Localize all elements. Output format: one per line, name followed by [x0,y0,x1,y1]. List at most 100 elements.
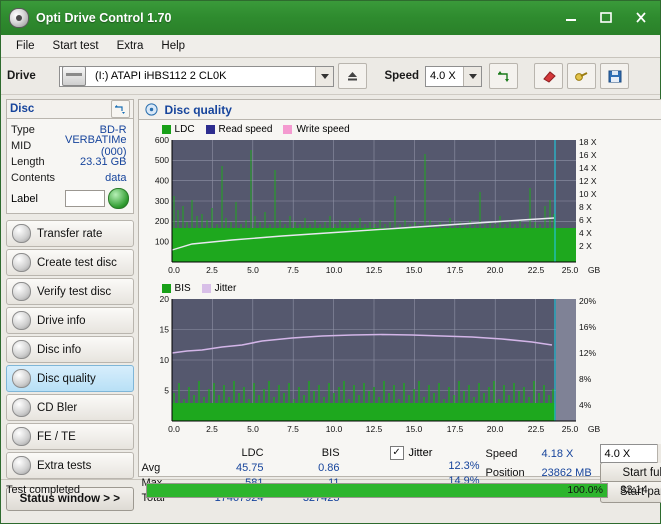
sidebar-item-label: Disc quality [37,372,96,385]
disc-row-mid-value: VERBATIMe (000) [65,134,127,158]
sidebar-item-label: Drive info [37,314,86,327]
disc-label-input[interactable] [65,190,105,207]
svg-text:12.5: 12.5 [365,424,382,434]
svg-text:5.0: 5.0 [247,424,259,434]
svg-text:0.0: 0.0 [168,424,180,434]
disc-row-mid-key: MID [11,140,32,152]
main-panel-title: Disc quality [164,102,232,117]
tools-button[interactable] [567,63,596,89]
svg-text:100: 100 [154,237,168,247]
minimize-button[interactable] [554,5,588,31]
svg-text:22.5: 22.5 [527,424,544,434]
svg-text:2 X: 2 X [579,241,592,251]
svg-text:15.0: 15.0 [405,265,422,275]
chart-bis-jitter: 20 15 10 5 20% 16% 12% 8% 4% 0.0 2.5 5.0… [142,295,661,443]
speed-select[interactable]: 4.0 X [425,65,482,87]
svg-text:5.0: 5.0 [247,265,259,275]
jitter-checkbox-row[interactable]: ✓ Jitter [389,445,486,460]
close-button[interactable] [624,5,658,31]
menu-item-file[interactable]: File [7,38,44,54]
jitter-checkbox[interactable]: ✓ [389,445,404,460]
legend-swatch-jitter [201,284,211,293]
chart-errors: 600 500 400 300 200 100 18 X 16 X 14 X 1… [142,136,661,282]
optical-drive-icon [62,66,86,86]
svg-text:300: 300 [154,196,168,206]
window-title: Opti Drive Control 1.70 [36,11,172,25]
svg-text:17.5: 17.5 [446,265,463,275]
chevron-down-icon[interactable] [656,444,661,463]
svg-text:8%: 8% [579,374,592,384]
disc-quality-header-icon [143,102,160,118]
disc-refresh-icon[interactable] [110,100,130,118]
svg-text:12 X: 12 X [579,176,597,186]
svg-text:6 X: 6 X [579,215,592,225]
sidebar-item-label: CD Bler [37,401,78,414]
jitter-label: Jitter [408,446,433,459]
svg-text:7.5: 7.5 [287,424,299,434]
sidebar-item-transfer-rate[interactable]: Transfer rate [6,220,134,247]
elapsed-time: 33:14 [620,484,648,496]
status-text: Test completed [6,484,80,496]
menu-item-start-test[interactable]: Start test [44,38,108,54]
sidebar-item-drive-info[interactable]: Drive info [6,307,134,334]
chevron-down-icon[interactable] [463,66,481,86]
chart2-legend: BIS Jitter [161,283,661,294]
disc-scan-icon[interactable] [107,188,129,209]
sidebar-item-extra-tests[interactable]: Extra tests [6,452,134,479]
svg-text:GB: GB [587,424,600,434]
sidebar-item-label: FE / TE [37,430,76,443]
sidebar-item-label: Create test disc [37,256,117,269]
main-panel-body: LDC Read speed Write speed 600 500 400 3… [137,120,661,504]
chevron-down-icon[interactable] [315,66,333,86]
svg-text:2.5: 2.5 [206,265,218,275]
svg-text:0.0: 0.0 [168,265,180,275]
svg-text:20.0: 20.0 [486,424,503,434]
disc-panel-header: Disc [6,99,134,119]
svg-text:2.5: 2.5 [206,424,218,434]
stats-row-avg: Avg 45.75 0.86 [142,460,390,475]
sidebar-item-fe-te[interactable]: FE / TE [6,423,134,450]
disc-row-length-value: 23.31 GB [80,156,127,168]
drive-bar: Drive (I:) ATAPI iHBS112 2 CL0K Speed 4.… [1,58,660,95]
svg-text:8 X: 8 X [579,202,592,212]
drive-select-value: (I:) ATAPI iHBS112 2 CL0K [95,70,227,82]
drive-select[interactable]: (I:) ATAPI iHBS112 2 CL0K [59,65,334,87]
save-button[interactable] [600,63,629,89]
drive-info-icon [12,311,31,330]
sidebar-item-disc-info[interactable]: Disc info [6,336,134,363]
sidebar-item-label: Disc info [37,343,82,356]
maximize-button[interactable] [589,5,623,31]
menu-bar: File Start test Extra Help [1,35,660,58]
menu-item-help[interactable]: Help [152,38,194,54]
sidebar-item-cd-bler[interactable]: CD Bler [6,394,134,421]
sidebar-item-create-test-disc[interactable]: Create test disc [6,249,134,276]
verify-test-disc-icon [12,282,31,301]
svg-text:22.5: 22.5 [527,265,544,275]
position-label: Position [485,466,525,479]
extra-tests-icon [12,456,31,475]
menu-item-extra[interactable]: Extra [108,38,153,54]
svg-text:10.0: 10.0 [325,265,342,275]
stats-header-bis: BIS [321,446,340,459]
svg-text:10 X: 10 X [579,189,597,199]
sidebar-item-label: Verify test disc [37,285,112,298]
eraser-button[interactable] [534,63,563,89]
svg-text:16%: 16% [579,322,596,332]
refresh-button[interactable] [489,63,518,89]
stats-header-row: LDC BIS [142,445,390,460]
disc-row-type-key: Type [11,124,35,136]
legend-label-bis: BIS [174,283,191,294]
stats-row-avg-label: Avg [141,461,161,474]
legend-label-ldc: LDC [174,124,195,135]
sidebar-item-disc-quality[interactable]: Disc quality [6,365,134,392]
svg-text:16 X: 16 X [579,150,597,160]
legend-swatch-read-speed [205,125,215,134]
eject-button[interactable] [338,63,367,89]
speed-select-bottom-value: 4.0 X [604,447,631,460]
nav-list: Transfer rate Create test disc Verify te… [6,220,134,479]
speed-select-bottom[interactable]: 4.0 X [599,444,661,463]
sidebar-item-verify-test-disc[interactable]: Verify test disc [6,278,134,305]
svg-text:17.5: 17.5 [446,424,463,434]
sidebar-item-label: Extra tests [37,459,92,472]
fe-te-icon [12,427,31,446]
